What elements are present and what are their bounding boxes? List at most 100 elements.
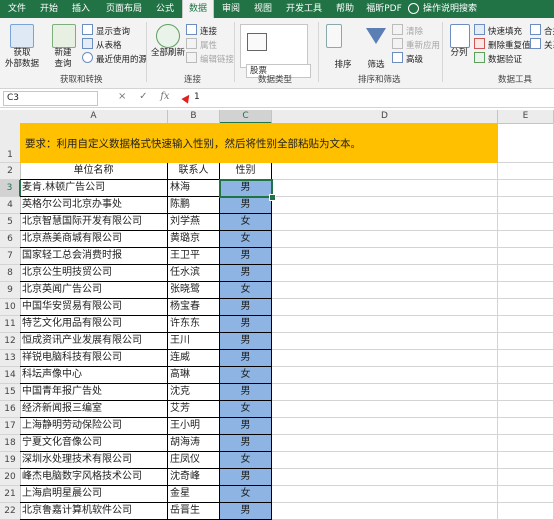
- empty-cell[interactable]: [498, 299, 554, 316]
- row-header[interactable]: 21: [0, 486, 21, 503]
- empty-cell[interactable]: [498, 486, 554, 503]
- contact-cell[interactable]: 岳晋生: [168, 503, 220, 520]
- row-header[interactable]: 7: [0, 248, 21, 265]
- tab-file[interactable]: 文件: [2, 0, 32, 18]
- empty-cell[interactable]: [272, 231, 498, 248]
- gender-cell[interactable]: 男: [220, 435, 272, 452]
- contact-cell[interactable]: 沈克: [168, 384, 220, 401]
- tell-me-search[interactable]: 操作说明搜索: [408, 0, 477, 18]
- empty-cell[interactable]: [272, 503, 498, 520]
- empty-cell[interactable]: [272, 401, 498, 418]
- new-query-button[interactable]: 新建 查询: [46, 48, 80, 70]
- column-header[interactable]: C: [220, 110, 272, 124]
- contact-cell[interactable]: 许东东: [168, 316, 220, 333]
- contact-cell[interactable]: 高琳: [168, 367, 220, 384]
- gender-cell[interactable]: 男: [220, 180, 272, 197]
- empty-cell[interactable]: [498, 418, 554, 435]
- row-header[interactable]: 6: [0, 231, 21, 248]
- advanced-button[interactable]: 高级: [392, 52, 423, 66]
- empty-cell[interactable]: [272, 452, 498, 469]
- empty-cell[interactable]: [272, 384, 498, 401]
- row-header[interactable]: 18: [0, 435, 21, 452]
- tab-developer[interactable]: 开发工具: [280, 0, 328, 18]
- company-cell[interactable]: 经济新闻报三编室: [20, 401, 168, 418]
- company-cell[interactable]: 祥锐电脑科技有限公司: [20, 350, 168, 367]
- company-cell[interactable]: 科坛声像中心: [20, 367, 168, 384]
- column-header[interactable]: D: [272, 110, 498, 124]
- clear-button[interactable]: 清除: [392, 24, 423, 38]
- row-header[interactable]: 4: [0, 197, 21, 214]
- name-box[interactable]: C3: [3, 91, 98, 106]
- contact-cell[interactable]: 陈鹏: [168, 197, 220, 214]
- empty-cell[interactable]: [498, 401, 554, 418]
- select-all-corner[interactable]: [0, 110, 21, 124]
- gender-cell[interactable]: 男: [220, 418, 272, 435]
- empty-cell[interactable]: [498, 282, 554, 299]
- company-cell[interactable]: 特艺文化用品有限公司: [20, 316, 168, 333]
- company-cell[interactable]: 北京鲁嘉计算机软件公司: [20, 503, 168, 520]
- enter-icon[interactable]: ✓: [139, 91, 147, 102]
- empty-cell[interactable]: [498, 469, 554, 486]
- contact-cell[interactable]: 连威: [168, 350, 220, 367]
- gender-cell[interactable]: 女: [220, 282, 272, 299]
- empty-cell[interactable]: [498, 123, 554, 163]
- contact-cell[interactable]: 王卫平: [168, 248, 220, 265]
- tab-formulas[interactable]: 公式: [150, 0, 180, 18]
- tab-page-layout[interactable]: 页面布局: [100, 0, 148, 18]
- empty-cell[interactable]: [498, 197, 554, 214]
- column-header[interactable]: E: [498, 110, 554, 124]
- company-cell[interactable]: 上海静明劳动保险公司: [20, 418, 168, 435]
- empty-cell[interactable]: [498, 231, 554, 248]
- gender-cell[interactable]: 男: [220, 503, 272, 520]
- data-type-gallery[interactable]: [240, 24, 308, 68]
- contact-cell[interactable]: 庄凤仪: [168, 452, 220, 469]
- row-header[interactable]: 5: [0, 214, 21, 231]
- row-header[interactable]: 13: [0, 350, 21, 367]
- row-header[interactable]: 11: [0, 316, 21, 333]
- contact-cell[interactable]: 王小明: [168, 418, 220, 435]
- contact-cell[interactable]: 王川: [168, 333, 220, 350]
- empty-cell[interactable]: [272, 163, 498, 180]
- empty-cell[interactable]: [272, 469, 498, 486]
- empty-cell[interactable]: [498, 350, 554, 367]
- empty-cell[interactable]: [498, 316, 554, 333]
- row-header[interactable]: 20: [0, 469, 21, 486]
- tab-data[interactable]: 数据: [182, 0, 214, 18]
- row-header[interactable]: 1: [0, 123, 21, 163]
- row-header[interactable]: 10: [0, 299, 21, 316]
- gender-cell[interactable]: 女: [220, 486, 272, 503]
- company-cell[interactable]: 国家轻工总会消费时报: [20, 248, 168, 265]
- gender-cell[interactable]: 男: [220, 350, 272, 367]
- data-validation-button[interactable]: 数据验证: [474, 52, 522, 66]
- column-header[interactable]: B: [168, 110, 220, 124]
- row-header[interactable]: 2: [0, 163, 21, 180]
- reapply-button[interactable]: 重新应用: [392, 38, 440, 52]
- contact-cell[interactable]: 张晓鹭: [168, 282, 220, 299]
- table-header-cell[interactable]: 联系人: [168, 163, 220, 180]
- contact-cell[interactable]: 金星: [168, 486, 220, 503]
- formula-input[interactable]: 1: [194, 91, 200, 104]
- gender-cell[interactable]: 男: [220, 316, 272, 333]
- company-cell[interactable]: 深圳水处理技术有限公司: [20, 452, 168, 469]
- gender-cell[interactable]: 女: [220, 367, 272, 384]
- refresh-all-button[interactable]: 全部刷新: [148, 48, 188, 59]
- empty-cell[interactable]: [272, 299, 498, 316]
- empty-cell[interactable]: [272, 265, 498, 282]
- row-header[interactable]: 3: [0, 180, 21, 197]
- empty-cell[interactable]: [498, 384, 554, 401]
- get-external-data-button[interactable]: 获取 外部数据: [2, 48, 42, 70]
- empty-cell[interactable]: [498, 503, 554, 520]
- tab-review[interactable]: 审阅: [216, 0, 246, 18]
- row-header[interactable]: 15: [0, 384, 21, 401]
- empty-cell[interactable]: [272, 367, 498, 384]
- fill-handle[interactable]: [269, 194, 276, 201]
- flash-fill-button[interactable]: 快速填充: [474, 24, 522, 38]
- row-header[interactable]: 12: [0, 333, 21, 350]
- empty-cell[interactable]: [498, 180, 554, 197]
- company-cell[interactable]: 恒成资讯产业发展有限公司: [20, 333, 168, 350]
- empty-cell[interactable]: [272, 316, 498, 333]
- empty-cell[interactable]: [272, 333, 498, 350]
- empty-cell[interactable]: [498, 333, 554, 350]
- company-cell[interactable]: 中国华安贸易有限公司: [20, 299, 168, 316]
- company-cell[interactable]: 英格尔公司北京办事处: [20, 197, 168, 214]
